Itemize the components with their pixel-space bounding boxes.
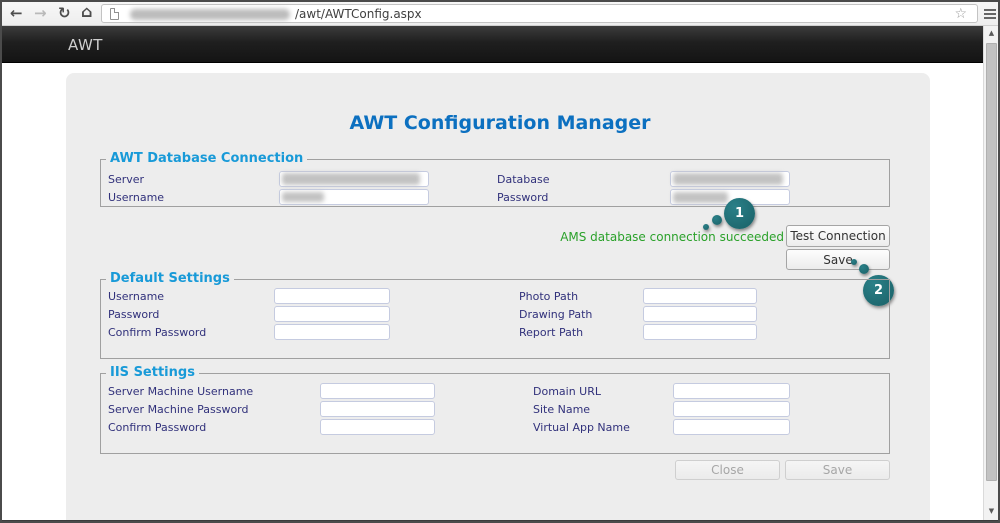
page-title: AWT Configuration Manager [349, 112, 651, 134]
server-label: Server [108, 173, 145, 186]
callout-2-dot [859, 264, 869, 274]
redacted-value [673, 173, 783, 185]
footer-save-button[interactable]: Save [785, 460, 890, 480]
default-username-label: Username [108, 290, 165, 303]
redacted-value [282, 173, 420, 185]
refresh-icon[interactable]: ↻ [58, 3, 71, 23]
callout-badge-1: 1 [724, 198, 755, 229]
redacted-value [282, 192, 324, 202]
home-icon[interactable]: ⌂ [81, 2, 92, 22]
scroll-up-icon[interactable]: ▲ [984, 26, 998, 41]
save-connection-button[interactable]: Save [786, 249, 890, 270]
default-confirm-password-input[interactable] [274, 324, 390, 340]
scrollbar-thumb[interactable] [986, 43, 997, 481]
machine-username-input[interactable] [320, 383, 435, 399]
default-settings-legend: Default Settings [106, 271, 234, 286]
app-brand[interactable]: AWT [68, 36, 103, 54]
callout-2-dot [851, 259, 857, 265]
browser-window: ← → ↻ ⌂ /awt/AWTConfig.aspx ☆ AWT AWT Co… [0, 0, 1000, 523]
database-label: Database [497, 173, 550, 186]
browser-toolbar: ← → ↻ ⌂ /awt/AWTConfig.aspx ☆ [2, 2, 998, 26]
scroll-down-icon[interactable]: ▼ [984, 504, 998, 519]
address-bar[interactable]: /awt/AWTConfig.aspx ☆ [101, 4, 978, 23]
callout-1-dot [703, 224, 709, 230]
vertical-scrollbar[interactable]: ▲ ▼ [983, 26, 998, 520]
domain-url-label: Domain URL [533, 385, 602, 398]
redacted-value [673, 192, 728, 203]
machine-password-label: Server Machine Password [108, 403, 249, 416]
db-username-input[interactable] [279, 189, 429, 205]
db-connection-section: AWT Database Connection Server Database … [100, 151, 890, 207]
default-settings-section: Default Settings Username Password Confi… [100, 271, 890, 359]
site-name-label: Site Name [533, 403, 591, 416]
report-path-label: Report Path [519, 326, 584, 339]
redacted-url [130, 9, 290, 20]
iis-settings-section: IIS Settings Server Machine Username Ser… [100, 365, 890, 454]
callout-1-dot [712, 215, 722, 225]
database-input[interactable] [670, 171, 790, 187]
default-password-label: Password [108, 308, 160, 321]
url-text[interactable]: /awt/AWTConfig.aspx [295, 7, 422, 21]
iis-confirm-password-input[interactable] [320, 419, 435, 435]
close-button[interactable]: Close [675, 460, 780, 480]
db-password-label: Password [497, 191, 549, 204]
virtual-app-name-input[interactable] [673, 419, 790, 435]
domain-url-input[interactable] [673, 383, 790, 399]
report-path-input[interactable] [643, 324, 757, 340]
menu-icon[interactable] [984, 9, 996, 19]
db-username-label: Username [108, 191, 165, 204]
photo-path-label: Photo Path [519, 290, 579, 303]
iis-confirm-password-label: Confirm Password [108, 421, 207, 434]
test-connection-button[interactable]: Test Connection [786, 225, 890, 247]
default-password-input[interactable] [274, 306, 390, 322]
photo-path-input[interactable] [643, 288, 757, 304]
default-confirm-password-label: Confirm Password [108, 326, 207, 339]
iis-settings-legend: IIS Settings [106, 365, 199, 380]
back-icon[interactable]: ← [10, 3, 23, 23]
drawing-path-label: Drawing Path [519, 308, 593, 321]
page-icon [110, 8, 119, 20]
machine-username-label: Server Machine Username [108, 385, 254, 398]
virtual-app-name-label: Virtual App Name [533, 421, 630, 434]
drawing-path-input[interactable] [643, 306, 757, 322]
connection-status-message: AMS database connection succeeded [560, 230, 784, 244]
server-input[interactable] [279, 171, 429, 187]
db-connection-legend: AWT Database Connection [106, 151, 308, 166]
app-navbar: AWT [2, 26, 983, 63]
bookmark-star-icon[interactable]: ☆ [954, 5, 967, 23]
machine-password-input[interactable] [320, 401, 435, 417]
site-name-input[interactable] [673, 401, 790, 417]
forward-icon[interactable]: → [34, 3, 47, 23]
default-username-input[interactable] [274, 288, 390, 304]
